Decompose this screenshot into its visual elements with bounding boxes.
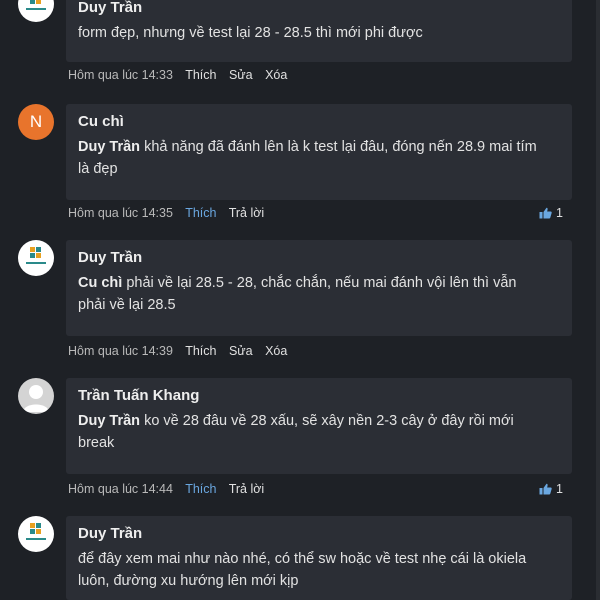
comment-author[interactable]: Cu chì [78, 112, 560, 132]
comment-actions: Hôm qua lúc 14:44 Thích Trả lời 1 [68, 482, 572, 500]
like-button[interactable]: Thích [185, 482, 216, 496]
reaction-summary[interactable]: 1 [539, 482, 572, 496]
reply-button[interactable]: Trả lời [229, 206, 265, 220]
default-user-icon [23, 385, 49, 412]
comment-text-line: phải về lại 28.5 - 28, chắc chắn, nếu ma… [122, 275, 517, 291]
comment-thread: Duy Trần form đẹp, nhưng về test lại 28 … [0, 0, 600, 600]
comment-actions: Hôm qua lúc 14:33 Thích Sửa Xóa [68, 68, 572, 86]
avatar-letter: N [29, 112, 43, 131]
avatar[interactable] [18, 240, 54, 276]
scrollbar-track[interactable] [596, 0, 600, 600]
comment-bubble: Duy Trần form đẹp, nhưng về test lại 28 … [66, 0, 572, 62]
comment-author[interactable]: Duy Trần [78, 524, 560, 544]
delete-button[interactable]: Xóa [265, 344, 287, 358]
comment-text: Duy Trần ko về 28 đâu về 28 xấu, sẽ xây … [78, 410, 560, 454]
comment-timestamp[interactable]: Hôm qua lúc 14:39 [68, 344, 173, 358]
avatar[interactable] [18, 0, 54, 22]
comment-bubble: Cu chì Duy Trần khả năng đã đánh lên là … [66, 104, 572, 200]
reaction-count: 1 [556, 482, 563, 496]
saigonbull-logo-icon [26, 523, 46, 540]
comment-text: Cu chì phải về lại 28.5 - 28, chắc chắn,… [78, 272, 560, 316]
comment-actions: Hôm qua lúc 14:35 Thích Trả lời 1 [68, 206, 572, 224]
like-button[interactable]: Thích [185, 344, 216, 358]
comment-text: Duy Trần khả năng đã đánh lên là k test … [78, 136, 560, 180]
comment-timestamp[interactable]: Hôm qua lúc 14:35 [68, 206, 173, 220]
like-button[interactable]: Thích [185, 68, 216, 82]
comment-bubble: Duy Trần Cu chì phải về lại 28.5 - 28, c… [66, 240, 572, 336]
comment-timestamp[interactable]: Hôm qua lúc 14:33 [68, 68, 173, 82]
comment-timestamp[interactable]: Hôm qua lúc 14:44 [68, 482, 173, 496]
comment-text-line: luôn, đường xu hướng lên mới kịp [78, 573, 299, 589]
avatar[interactable]: N [18, 104, 54, 140]
saigonbull-logo-icon [26, 247, 46, 264]
comment-text: form đẹp, nhưng về test lại 28 - 28.5 th… [78, 25, 423, 41]
comment-text-line: phải về lại 28.5 [78, 297, 176, 313]
thumbs-up-icon [539, 207, 552, 219]
mention-link[interactable]: Cu chì [78, 275, 122, 291]
reaction-summary[interactable]: 1 [539, 206, 572, 220]
comment-bubble: Duy Trần để đây xem mai như nào nhé, có … [66, 516, 572, 600]
thumbs-up-icon [539, 483, 552, 495]
comment-actions: Hôm qua lúc 14:39 Thích Sửa Xóa [68, 344, 572, 362]
comment-text-line: khả năng đã đánh lên là k test lại đâu, … [140, 139, 537, 155]
reply-button[interactable]: Trả lời [229, 482, 265, 496]
mention-link[interactable]: Duy Trần [78, 413, 140, 429]
comment-text-line: để đây xem mai như nào nhé, có thể sw ho… [78, 551, 527, 567]
comment-author[interactable]: Trần Tuấn Khang [78, 386, 560, 406]
comment-bubble: Trần Tuấn Khang Duy Trần ko về 28 đâu về… [66, 378, 572, 474]
edit-button[interactable]: Sửa [229, 344, 253, 358]
comment-author[interactable]: Duy Trần [78, 248, 560, 268]
comment-author[interactable]: Duy Trần [78, 0, 560, 18]
avatar[interactable] [18, 516, 54, 552]
delete-button[interactable]: Xóa [265, 68, 287, 82]
saigonbull-logo-icon [26, 0, 46, 10]
like-button[interactable]: Thích [185, 206, 216, 220]
edit-button[interactable]: Sửa [229, 68, 253, 82]
comment-text: để đây xem mai như nào nhé, có thể sw ho… [78, 548, 560, 592]
comment-text-line: break [78, 435, 115, 451]
reaction-count: 1 [556, 206, 563, 220]
mention-link[interactable]: Duy Trần [78, 139, 140, 155]
avatar[interactable] [18, 378, 54, 414]
comment-text-line: là đẹp [78, 161, 118, 177]
comment-text-line: ko về 28 đâu về 28 xấu, sẽ xây nền 2-3 c… [140, 413, 514, 429]
